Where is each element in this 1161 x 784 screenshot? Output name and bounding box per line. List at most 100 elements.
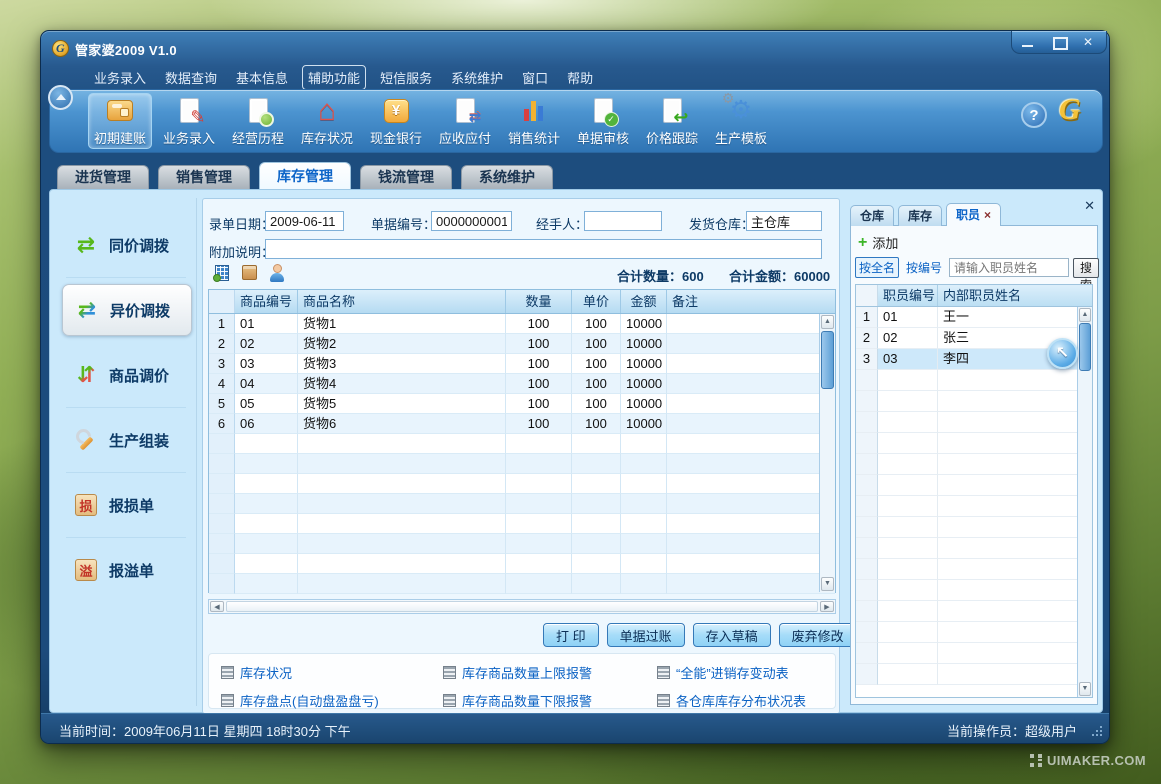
table-row[interactable]: 404货物410010010000 <box>209 374 835 394</box>
staff-row[interactable] <box>856 517 1092 538</box>
tab-close-icon[interactable]: × <box>984 208 991 222</box>
scroll-left-icon[interactable]: ◀ <box>210 601 224 612</box>
scroll-up-icon[interactable]: ▲ <box>821 315 834 329</box>
collapse-toolbar-button[interactable] <box>48 85 73 110</box>
scroll-down-icon[interactable]: ▼ <box>821 577 834 591</box>
table-row[interactable]: 606货物610010010000 <box>209 414 835 434</box>
staff-row[interactable] <box>856 454 1092 475</box>
doc-no-input[interactable] <box>431 211 512 231</box>
toolbar-cash-bank-button[interactable]: 现金银行 <box>364 93 428 149</box>
staff-row[interactable] <box>856 559 1092 580</box>
warehouse-building-icon[interactable] <box>215 265 229 281</box>
lookup-tab-staff[interactable]: 职员× <box>946 203 1001 226</box>
menu-item-window-menu[interactable]: 窗口 <box>517 66 553 89</box>
menu-item-auxiliary-functions[interactable]: 辅助功能 <box>302 65 366 90</box>
filter-by-fullname[interactable]: 按全名 <box>855 257 899 278</box>
table-row[interactable] <box>209 574 835 594</box>
tab-cashflow-management[interactable]: 钱流管理 <box>360 165 452 189</box>
stock-check-link[interactable]: 库存盘点(自动盘盈盘亏) <box>221 690 443 710</box>
toolbar-inventory-status-button[interactable]: ⌂库存状况 <box>295 93 359 149</box>
items-table-vertical-scrollbar[interactable]: ▲ ▼ <box>819 314 835 592</box>
warehouse-distribution-link[interactable]: 各仓库库存分布状况表 <box>657 690 835 710</box>
staff-row[interactable] <box>856 412 1092 433</box>
hscrollbar-thumb[interactable] <box>226 601 818 612</box>
table-row[interactable] <box>209 514 835 534</box>
staff-person-icon[interactable] <box>268 264 286 282</box>
maximize-button[interactable] <box>1048 35 1070 50</box>
toolbar-price-tracking-button[interactable]: 价格跟踪 <box>640 93 704 149</box>
table-row[interactable] <box>209 454 835 474</box>
toolbar-business-entry-button[interactable]: 业务录入 <box>157 93 221 149</box>
post-document-button[interactable]: 单据过账 <box>607 623 685 647</box>
staff-row[interactable] <box>856 643 1092 664</box>
table-row[interactable] <box>209 494 835 514</box>
filter-by-code[interactable]: 按编号 <box>903 258 945 277</box>
discard-changes-button[interactable]: 废弃修改 <box>779 623 857 647</box>
staff-row[interactable] <box>856 580 1092 601</box>
toolbar-initial-setup-button[interactable]: 初期建账 <box>88 93 152 149</box>
minimize-button[interactable] <box>1017 35 1039 50</box>
table-row[interactable] <box>209 554 835 574</box>
close-button[interactable] <box>1079 35 1101 50</box>
goods-package-icon[interactable] <box>242 265 257 280</box>
toolbar-receivable-payable-button[interactable]: 应收应付 <box>433 93 497 149</box>
staff-row[interactable] <box>856 391 1092 412</box>
table-row[interactable] <box>209 534 835 554</box>
tab-inventory-management[interactable]: 库存管理 <box>259 162 351 189</box>
staff-row[interactable] <box>856 601 1092 622</box>
menu-item-basic-info[interactable]: 基本信息 <box>231 66 293 89</box>
toolbar-document-audit-button[interactable]: 单据审核 <box>571 93 635 149</box>
menu-item-business-entry[interactable]: 业务录入 <box>89 66 151 89</box>
table-row[interactable]: 303货物310010010000 <box>209 354 835 374</box>
scroll-down-icon[interactable]: ▼ <box>1079 682 1091 696</box>
toolbar-sales-statistics-button[interactable]: 销售统计 <box>502 93 566 149</box>
toolbar-production-template-button[interactable]: ⚙生产模板 <box>709 93 773 149</box>
staff-row[interactable] <box>856 496 1092 517</box>
staff-row[interactable] <box>856 538 1092 559</box>
staff-table-vertical-scrollbar[interactable]: ▲ ▼ <box>1077 307 1092 697</box>
scroll-up-icon[interactable]: ▲ <box>1079 308 1091 322</box>
lookup-tab-warehouse[interactable]: 仓库 <box>850 205 894 226</box>
stock-lower-limit-alert-link[interactable]: 库存商品数量下限报警 <box>443 690 657 710</box>
handler-input[interactable] <box>584 211 662 231</box>
menu-item-sms-service[interactable]: 短信服务 <box>375 66 437 89</box>
date-input[interactable] <box>265 211 344 231</box>
tab-system-maintenance[interactable]: 系统维护 <box>461 165 553 189</box>
panel-close-icon[interactable]: ✕ <box>1084 198 1095 214</box>
menu-item-system-maintenance[interactable]: 系统维护 <box>446 66 508 89</box>
table-row[interactable] <box>209 434 835 454</box>
sidebar-item-same-price-transfer[interactable]: ⇄同价调拨 <box>62 219 192 271</box>
stock-upper-limit-alert-link[interactable]: 库存商品数量上限报警 <box>443 662 657 682</box>
items-table-horizontal-scrollbar[interactable]: ◀ ▶ <box>208 599 836 614</box>
tab-purchase-management[interactable]: 进货管理 <box>57 165 149 189</box>
print-button[interactable]: 打 印 <box>543 623 599 647</box>
scroll-right-icon[interactable]: ▶ <box>820 601 834 612</box>
menu-item-help-menu[interactable]: 帮助 <box>562 66 598 89</box>
table-row[interactable]: 202货物210010010000 <box>209 334 835 354</box>
toolbar-operation-history-button[interactable]: 经营历程 <box>226 93 290 149</box>
almighty-flow-report-link[interactable]: “全能”进销存变动表 <box>657 662 835 682</box>
staff-row[interactable]: 101王一 <box>856 307 1092 328</box>
table-row[interactable]: 505货物510010010000 <box>209 394 835 414</box>
table-row[interactable]: 101货物110010010000 <box>209 314 835 334</box>
resize-grip[interactable] <box>1092 726 1102 736</box>
save-draft-button[interactable]: 存入草稿 <box>693 623 771 647</box>
staff-row[interactable] <box>856 622 1092 643</box>
search-button[interactable]: 搜索 <box>1073 258 1099 278</box>
table-row[interactable] <box>209 474 835 494</box>
sidebar-item-production-assembly[interactable]: 生产组装 <box>62 414 192 466</box>
staff-row[interactable] <box>856 433 1092 454</box>
lookup-tab-inventory[interactable]: 库存 <box>898 205 942 226</box>
scrollbar-thumb[interactable] <box>1079 323 1091 371</box>
staff-row[interactable] <box>856 664 1092 685</box>
note-input[interactable] <box>265 239 822 259</box>
tab-sales-management[interactable]: 销售管理 <box>158 165 250 189</box>
sidebar-item-goods-price-adjust[interactable]: ⇵商品调价 <box>62 349 192 401</box>
inventory-status-link[interactable]: 库存状况 <box>221 662 443 682</box>
staff-search-input[interactable] <box>949 258 1069 277</box>
sidebar-item-surplus-report[interactable]: 溢报溢单 <box>62 544 192 596</box>
warehouse-input[interactable] <box>746 211 822 231</box>
staff-row[interactable] <box>856 370 1092 391</box>
add-row[interactable]: + 添加 <box>858 233 898 252</box>
sidebar-item-diff-price-transfer[interactable]: ⇄异价调拨 <box>62 284 192 336</box>
